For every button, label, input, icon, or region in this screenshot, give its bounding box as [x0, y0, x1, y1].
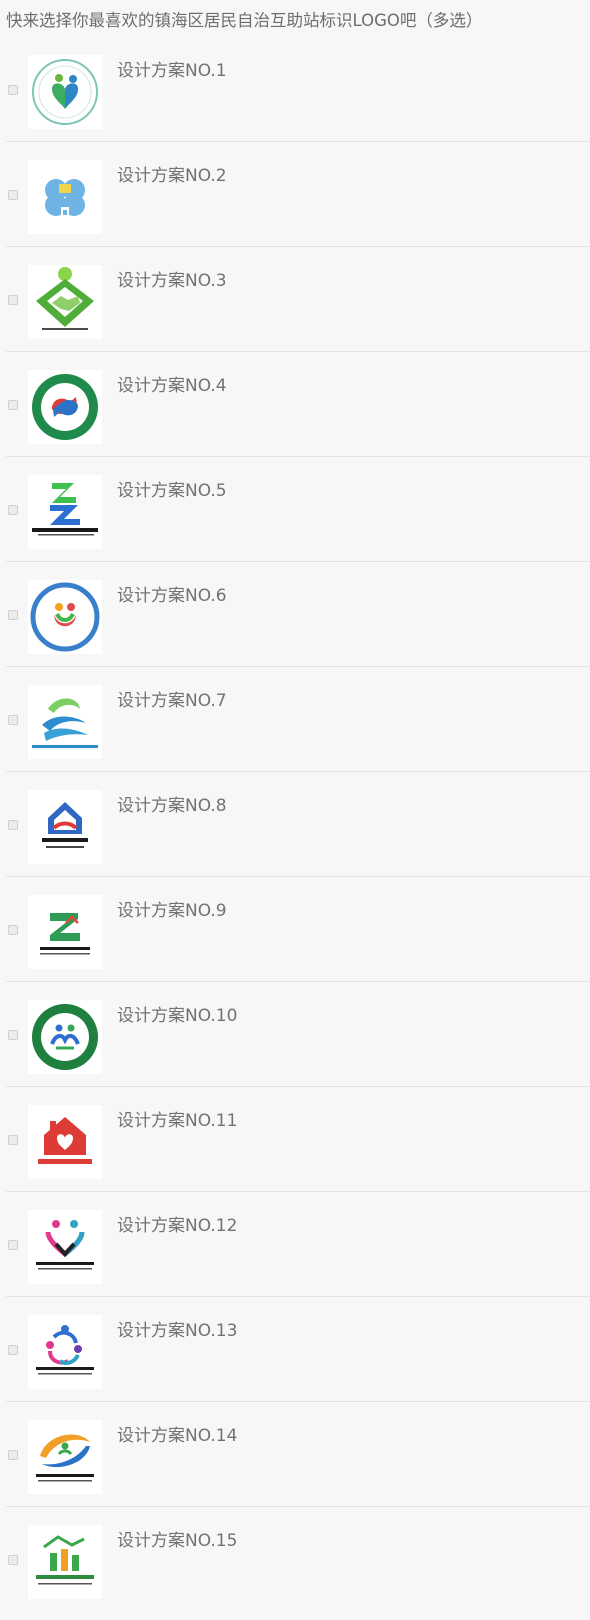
option-label-13: 设计方案NO.13 [117, 1321, 238, 1341]
logo-3-green-handshake-icon[interactable] [28, 265, 102, 339]
option-list: 设计方案NO.1 设计方案NO.2 设计方案NO.3 设计方案NO.4 设计方案… [0, 37, 590, 1612]
option-label-12: 设计方案NO.12 [117, 1216, 238, 1236]
option-checkbox-11[interactable] [8, 1135, 18, 1145]
logo-13-colorful-swirl-people-icon[interactable] [28, 1315, 102, 1389]
logo-11-red-house-heart-icon[interactable] [28, 1105, 102, 1179]
option-label-10: 设计方案NO.10 [117, 1006, 238, 1026]
logo-6-blue-ring-colorful-icon[interactable] [28, 580, 102, 654]
option-row-9[interactable]: 设计方案NO.9 [6, 877, 590, 982]
option-row-11[interactable]: 设计方案NO.11 [6, 1087, 590, 1192]
option-checkbox-9[interactable] [8, 925, 18, 935]
option-checkbox-2[interactable] [8, 190, 18, 200]
option-checkbox-6[interactable] [8, 610, 18, 620]
logo-15-green-orange-bars-icon[interactable] [28, 1525, 102, 1599]
logo-10-green-ring-people-icon[interactable] [28, 1000, 102, 1074]
option-row-5[interactable]: 设计方案NO.5 [6, 457, 590, 562]
option-row-13[interactable]: 设计方案NO.13 [6, 1297, 590, 1402]
option-label-5: 设计方案NO.5 [117, 481, 227, 501]
option-row-6[interactable]: 设计方案NO.6 [6, 562, 590, 667]
option-checkbox-15[interactable] [8, 1555, 18, 1565]
option-label-1: 设计方案NO.1 [117, 61, 227, 81]
logo-4-green-ring-hands-icon[interactable] [28, 370, 102, 444]
option-checkbox-12[interactable] [8, 1240, 18, 1250]
option-checkbox-7[interactable] [8, 715, 18, 725]
option-checkbox-8[interactable] [8, 820, 18, 830]
option-checkbox-4[interactable] [8, 400, 18, 410]
logo-12-colorful-heart-people-icon[interactable] [28, 1210, 102, 1284]
logo-5-blue-green-z-icon[interactable] [28, 475, 102, 549]
option-row-14[interactable]: 设计方案NO.14 [6, 1402, 590, 1507]
option-label-14: 设计方案NO.14 [117, 1426, 238, 1446]
logo-9-green-z-house-icon[interactable] [28, 895, 102, 969]
logo-1-green-circle-heart-icon[interactable] [28, 55, 102, 129]
option-row-3[interactable]: 设计方案NO.3 [6, 247, 590, 352]
option-checkbox-13[interactable] [8, 1345, 18, 1355]
option-label-6: 设计方案NO.6 [117, 586, 227, 606]
option-label-2: 设计方案NO.2 [117, 166, 227, 186]
option-row-15[interactable]: 设计方案NO.15 [6, 1507, 590, 1612]
option-checkbox-5[interactable] [8, 505, 18, 515]
option-row-1[interactable]: 设计方案NO.1 [6, 37, 590, 142]
option-row-12[interactable]: 设计方案NO.12 [6, 1192, 590, 1297]
option-row-7[interactable]: 设计方案NO.7 [6, 667, 590, 772]
option-label-8: 设计方案NO.8 [117, 796, 227, 816]
option-checkbox-14[interactable] [8, 1450, 18, 1460]
option-label-7: 设计方案NO.7 [117, 691, 227, 711]
option-label-11: 设计方案NO.11 [117, 1111, 238, 1131]
option-row-10[interactable]: 设计方案NO.10 [6, 982, 590, 1087]
option-label-9: 设计方案NO.9 [117, 901, 227, 921]
option-label-15: 设计方案NO.15 [117, 1531, 238, 1551]
option-checkbox-10[interactable] [8, 1030, 18, 1040]
option-checkbox-3[interactable] [8, 295, 18, 305]
option-label-3: 设计方案NO.3 [117, 271, 227, 291]
logo-7-blue-green-wave-icon[interactable] [28, 685, 102, 759]
logo-14-orange-blue-swoosh-icon[interactable] [28, 1420, 102, 1494]
option-row-2[interactable]: 设计方案NO.2 [6, 142, 590, 247]
option-label-4: 设计方案NO.4 [117, 376, 227, 396]
option-row-8[interactable]: 设计方案NO.8 [6, 772, 590, 877]
logo-2-blue-clover-icon[interactable] [28, 160, 102, 234]
option-row-4[interactable]: 设计方案NO.4 [6, 352, 590, 457]
option-checkbox-1[interactable] [8, 85, 18, 95]
logo-8-blue-house-hands-icon[interactable] [28, 790, 102, 864]
question-title: 快来选择你最喜欢的镇海区居民自治互助站标识LOGO吧（多选） [6, 11, 483, 30]
